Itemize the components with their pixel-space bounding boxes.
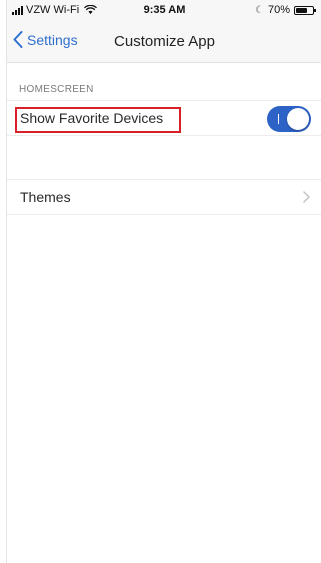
battery-icon <box>294 5 316 15</box>
section-spacer <box>7 136 321 179</box>
highlight-box <box>15 107 181 133</box>
toggle-knob <box>287 108 309 130</box>
page-title: Customize App <box>114 33 215 50</box>
app-screen: VZW Wi-Fi 9:35 AM ☾ 70% Settings Customi… <box>6 0 321 563</box>
moon-icon: ☾ <box>255 4 264 16</box>
status-right: ☾ 70% <box>255 4 316 16</box>
section-header-homescreen: HOMESCREEN <box>19 84 94 95</box>
navigation-bar: Settings Customize App <box>7 22 321 63</box>
themes-row[interactable]: Themes <box>7 179 321 215</box>
battery-percent: 70% <box>267 4 290 16</box>
favorite-devices-toggle[interactable] <box>267 106 311 132</box>
toggle-on-mark <box>278 114 279 124</box>
chevron-right-icon <box>303 191 310 203</box>
themes-label: Themes <box>20 189 71 205</box>
status-bar: VZW Wi-Fi 9:35 AM ☾ 70% <box>7 0 321 22</box>
